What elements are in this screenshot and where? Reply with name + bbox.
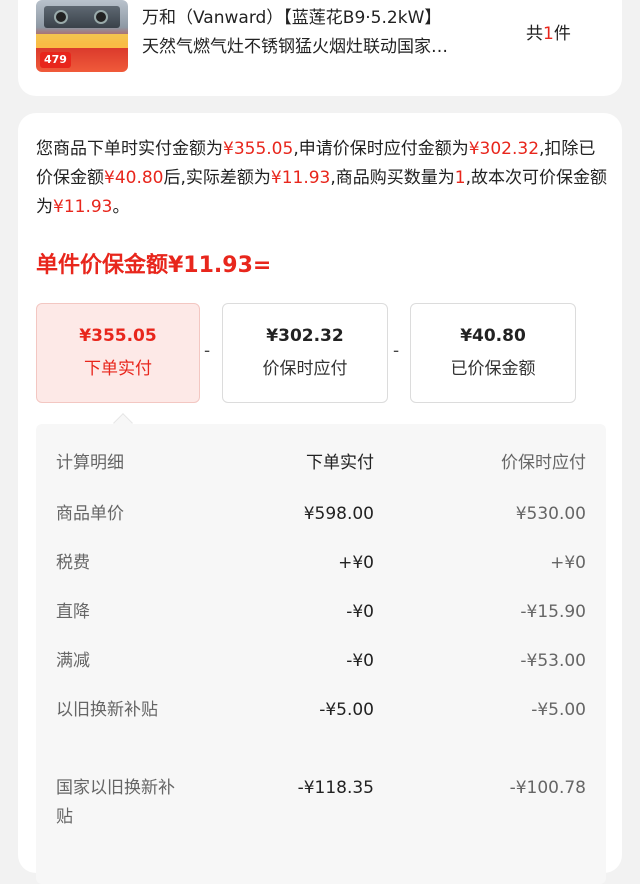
product-title-line2[interactable]: 天然气燃气灶不锈钢猛火烟灶联动国家… [142, 33, 512, 62]
row-order-value: +¥0 [338, 553, 374, 573]
quantity-label: 共1件 [526, 19, 571, 44]
qty-number: 1 [543, 24, 554, 44]
row-name: 国家以旧换新补贴 [56, 778, 175, 827]
header-detail: 计算明细 [56, 453, 124, 473]
row-name: 税费 [56, 553, 90, 573]
order-paid-amount: ¥355.05 [223, 139, 294, 159]
already-protected-amount: ¥40.80 [104, 168, 164, 188]
stove-image [44, 6, 120, 28]
refund-amount: ¥11.93 [53, 197, 113, 217]
row-name: 商品单价 [56, 504, 124, 524]
quantity-value: 1 [454, 168, 466, 188]
qty-prefix: 共 [526, 24, 543, 44]
row-order-value: -¥0 [346, 602, 374, 622]
box-order-paid[interactable]: ¥355.05 下单实付 [36, 303, 200, 403]
row-order-value: -¥118.35 [297, 778, 374, 798]
burner-left [54, 10, 68, 24]
thumb-price-tag: 479 [40, 52, 71, 68]
summary-text: 您商品下单时实付金额为¥355.05,申请价保时应付金额为¥302.32,扣除已… [36, 135, 608, 222]
header-protect-payable: 价保时应付 [501, 453, 586, 473]
promo-strip [36, 34, 128, 48]
box-amount: ¥355.05 [79, 326, 157, 346]
row-order-value: -¥5.00 [319, 700, 374, 720]
box-protect-payable[interactable]: ¥302.32 价保时应付 [222, 303, 388, 403]
product-card[interactable]: 479 万和（Vanward）【蓝莲花B9·5.2kW】 天然气燃气灶不锈钢猛火… [18, 0, 622, 96]
product-title-line1[interactable]: 万和（Vanward）【蓝莲花B9·5.2kW】 [142, 4, 512, 33]
protect-payable-amount: ¥302.32 [468, 139, 540, 159]
row-protect-value: -¥5.00 [531, 700, 586, 720]
box-already-protected[interactable]: ¥40.80 已价保金额 [410, 303, 576, 403]
row-order-value: -¥0 [346, 651, 374, 671]
summary-part: ,申请价保时应付金额为 [293, 139, 469, 159]
row-name: 满减 [56, 651, 90, 671]
summary-part: 后,实际差额为 [163, 168, 271, 188]
row-protect-value: -¥100.78 [509, 778, 586, 798]
row-protect-value: ¥530.00 [515, 504, 586, 524]
unit-protection-title: 单件价保金额¥11.93= [36, 253, 272, 278]
box-label: 已价保金额 [450, 359, 536, 379]
row-name: 直降 [56, 602, 90, 622]
minus-sign: - [204, 341, 211, 361]
box-label: 价保时应付 [262, 359, 348, 379]
qty-suffix: 件 [553, 24, 571, 44]
row-protect-value: -¥53.00 [520, 651, 586, 671]
diff-amount: ¥11.93 [270, 168, 331, 188]
product-thumbnail[interactable]: 479 [36, 0, 128, 72]
row-protect-value: -¥15.90 [520, 602, 586, 622]
summary-part: 。 [112, 197, 130, 217]
calculation-table: 计算明细 下单实付 价保时应付 商品单价 ¥598.00 ¥530.00 税费 … [36, 424, 606, 884]
price-protection-detail: 您商品下单时实付金额为¥355.05,申请价保时应付金额为¥302.32,扣除已… [18, 113, 622, 884]
summary-part: ,商品购买数量为 [330, 168, 455, 188]
row-name: 以旧换新补贴 [56, 700, 158, 720]
summary-part: 您商品下单时实付金额为 [36, 139, 223, 159]
box-amount: ¥40.80 [460, 326, 526, 346]
minus-sign: - [393, 341, 400, 361]
burner-right [94, 10, 108, 24]
box-label: 下单实付 [84, 359, 152, 379]
header-order-paid: 下单实付 [306, 453, 374, 473]
row-protect-value: +¥0 [550, 553, 586, 573]
row-order-value: ¥598.00 [303, 504, 374, 524]
box-amount: ¥302.32 [266, 326, 344, 346]
